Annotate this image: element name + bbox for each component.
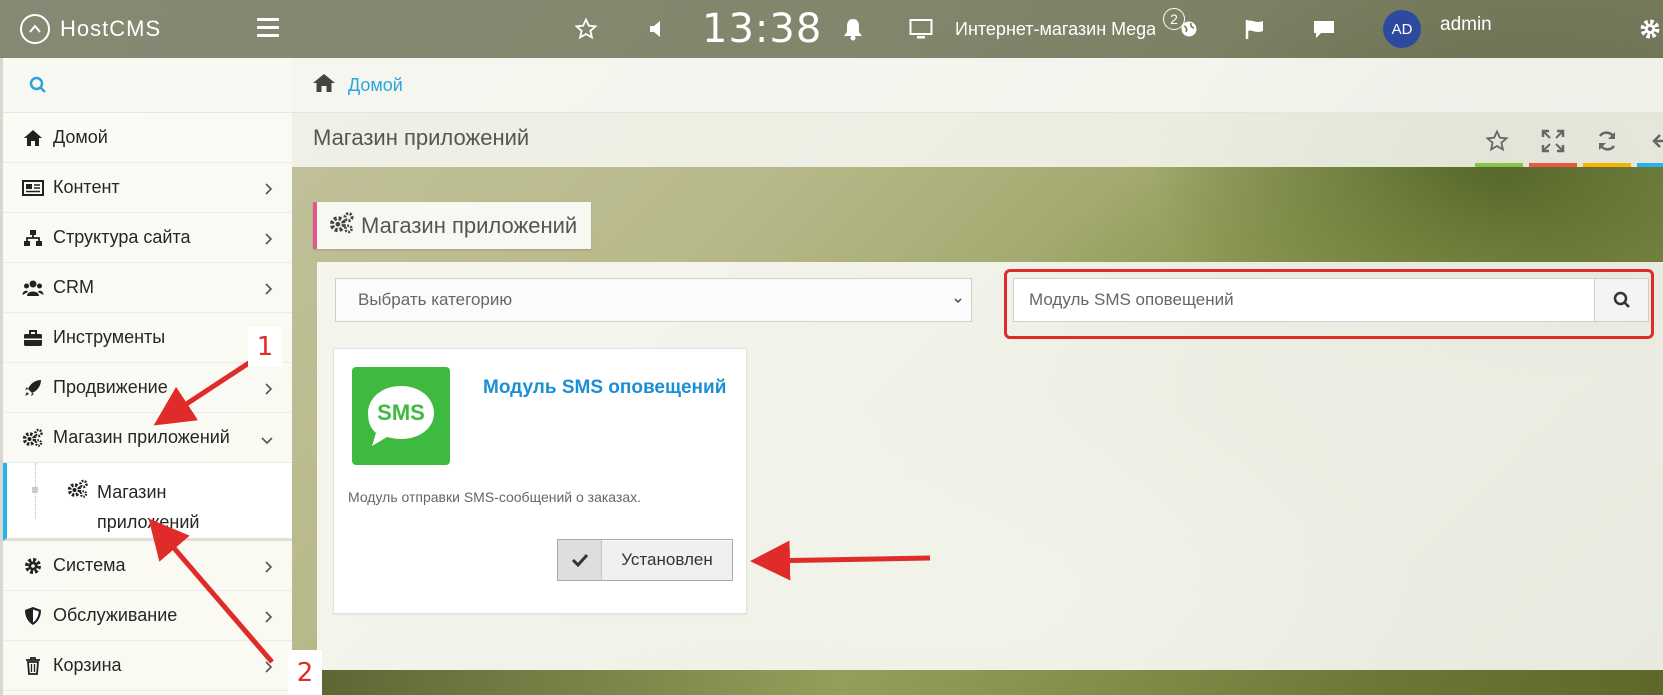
flag-icon[interactable] xyxy=(1244,0,1266,58)
sidebar-subitem-app-store[interactable]: Магазин приложений xyxy=(3,463,292,541)
widget-tab-label: Магазин приложений xyxy=(361,212,578,238)
shield-icon xyxy=(21,604,45,628)
home-icon[interactable] xyxy=(312,73,336,98)
gears-icon xyxy=(21,426,45,450)
gears-icon xyxy=(67,479,89,504)
installed-button[interactable]: Установлен xyxy=(557,539,733,581)
chevron-right-icon xyxy=(264,280,274,301)
sidebar-item-label: Магазин приложений xyxy=(53,427,230,447)
brand-logo[interactable]: HostCMS xyxy=(20,14,161,44)
sidebar: Домой Контент Структура сайта CRM Инстру… xyxy=(0,58,292,695)
chevron-right-icon xyxy=(264,180,274,201)
clock: 13:38 xyxy=(702,6,823,52)
color-bar-green xyxy=(1475,163,1523,167)
back-arrow-icon[interactable] xyxy=(1644,127,1663,155)
sidebar-item-label: Корзина xyxy=(53,655,122,675)
widget-tab[interactable]: Магазин приложений xyxy=(313,202,591,249)
sidebar-item-home[interactable]: Домой xyxy=(3,113,292,163)
site-selector[interactable]: Интернет-магазин Mega xyxy=(955,0,1155,58)
top-navbar: HostCMS 13:38 Интернет-магазин Mega 2 AD… xyxy=(0,0,1663,58)
color-bar-yellow xyxy=(1583,163,1631,167)
chevron-right-icon xyxy=(264,230,274,251)
briefcase-icon xyxy=(21,326,45,350)
sidebar-item-app-store[interactable]: Магазин приложений xyxy=(3,413,292,463)
rocket-icon xyxy=(21,376,45,400)
category-select[interactable]: Выбрать категорию xyxy=(335,278,972,322)
search-icon xyxy=(29,76,46,93)
sidebar-item-site-structure[interactable]: Структура сайта xyxy=(3,213,292,263)
annotation-highlight-frame xyxy=(1004,269,1654,339)
sidebar-item-label: Контент xyxy=(53,177,120,197)
chevron-right-icon xyxy=(264,608,274,629)
logo-icon xyxy=(20,14,50,44)
page-title: Магазин приложений xyxy=(313,125,530,150)
username[interactable]: admin xyxy=(1440,0,1492,54)
home-icon xyxy=(21,126,45,150)
chevron-right-icon xyxy=(264,658,274,679)
user-menu[interactable]: AD xyxy=(1383,0,1421,58)
sidebar-subitem-label: Магазин приложений xyxy=(97,482,200,532)
newspaper-icon xyxy=(21,176,45,200)
color-bar-red xyxy=(1529,163,1577,167)
sidebar-item-maintenance[interactable]: Обслуживание xyxy=(3,591,292,641)
sidebar-item-label: Домой xyxy=(53,127,108,147)
bookmark-star-icon[interactable] xyxy=(1482,127,1512,155)
sidebar-item-label: Инструменты xyxy=(53,327,166,347)
installed-button-label: Установлен xyxy=(621,550,713,569)
sound-icon[interactable] xyxy=(648,0,664,58)
fullscreen-icon[interactable] xyxy=(1538,127,1568,155)
sidebar-item-promotion[interactable]: Продвижение xyxy=(3,363,292,413)
sidebar-item-label: Продвижение xyxy=(53,377,168,397)
breadcrumb-home-link[interactable]: Домой xyxy=(348,75,403,96)
gear-icon xyxy=(21,554,45,578)
app-title-link[interactable]: Модуль SMS оповещений xyxy=(483,377,726,399)
checkmark-icon xyxy=(558,540,602,580)
background-strip xyxy=(292,670,1663,695)
annotation-number-1: 1 xyxy=(248,327,282,367)
settings-gear-icon[interactable] xyxy=(1638,0,1662,58)
tree-dot xyxy=(32,487,38,493)
avatar[interactable]: AD xyxy=(1383,10,1421,48)
chevron-down-icon xyxy=(260,430,274,451)
color-bar-blue xyxy=(1637,163,1663,167)
sms-logo-text: SMS xyxy=(377,400,425,425)
sms-app-logo[interactable]: SMS xyxy=(352,367,450,465)
chat-icon[interactable] xyxy=(1312,0,1336,58)
gears-icon xyxy=(329,211,355,240)
sidebar-search[interactable] xyxy=(3,58,292,113)
annotation-number-2: 2 xyxy=(288,650,322,695)
sidebar-item-crm[interactable]: CRM xyxy=(3,263,292,313)
brand-name: HostCMS xyxy=(60,16,162,41)
bell-icon[interactable] xyxy=(842,0,864,58)
trash-icon xyxy=(21,654,45,678)
sidebar-item-label: Структура сайта xyxy=(53,227,191,247)
sidebar-item-system[interactable]: Система xyxy=(3,541,292,591)
sidebar-item-label: Обслуживание xyxy=(53,605,178,625)
page-header: Магазин приложений xyxy=(292,113,1663,167)
sidebar-item-label: CRM xyxy=(53,277,94,297)
chevron-down-icon xyxy=(953,293,963,313)
category-select-value: Выбрать категорию xyxy=(358,290,513,309)
sidebar-item-label: Система xyxy=(53,555,126,575)
favorites-star-icon[interactable] xyxy=(574,0,598,58)
chevron-right-icon xyxy=(264,380,274,401)
sitemap-icon xyxy=(21,226,45,250)
chevron-right-icon xyxy=(264,558,274,579)
sidebar-item-trash[interactable]: Корзина xyxy=(3,641,292,691)
globe-icon[interactable] xyxy=(1180,0,1198,58)
menu-toggle-icon[interactable] xyxy=(257,18,279,42)
refresh-icon[interactable] xyxy=(1592,127,1622,155)
app-card: SMS Модуль SMS оповещений Модуль отправк… xyxy=(333,348,747,614)
monitor-icon[interactable] xyxy=(909,0,933,58)
users-icon xyxy=(21,276,45,300)
sidebar-item-content[interactable]: Контент xyxy=(3,163,292,213)
breadcrumb: Домой xyxy=(292,58,1663,113)
app-description: Модуль отправки SMS-сообщений о заказах. xyxy=(348,489,642,505)
